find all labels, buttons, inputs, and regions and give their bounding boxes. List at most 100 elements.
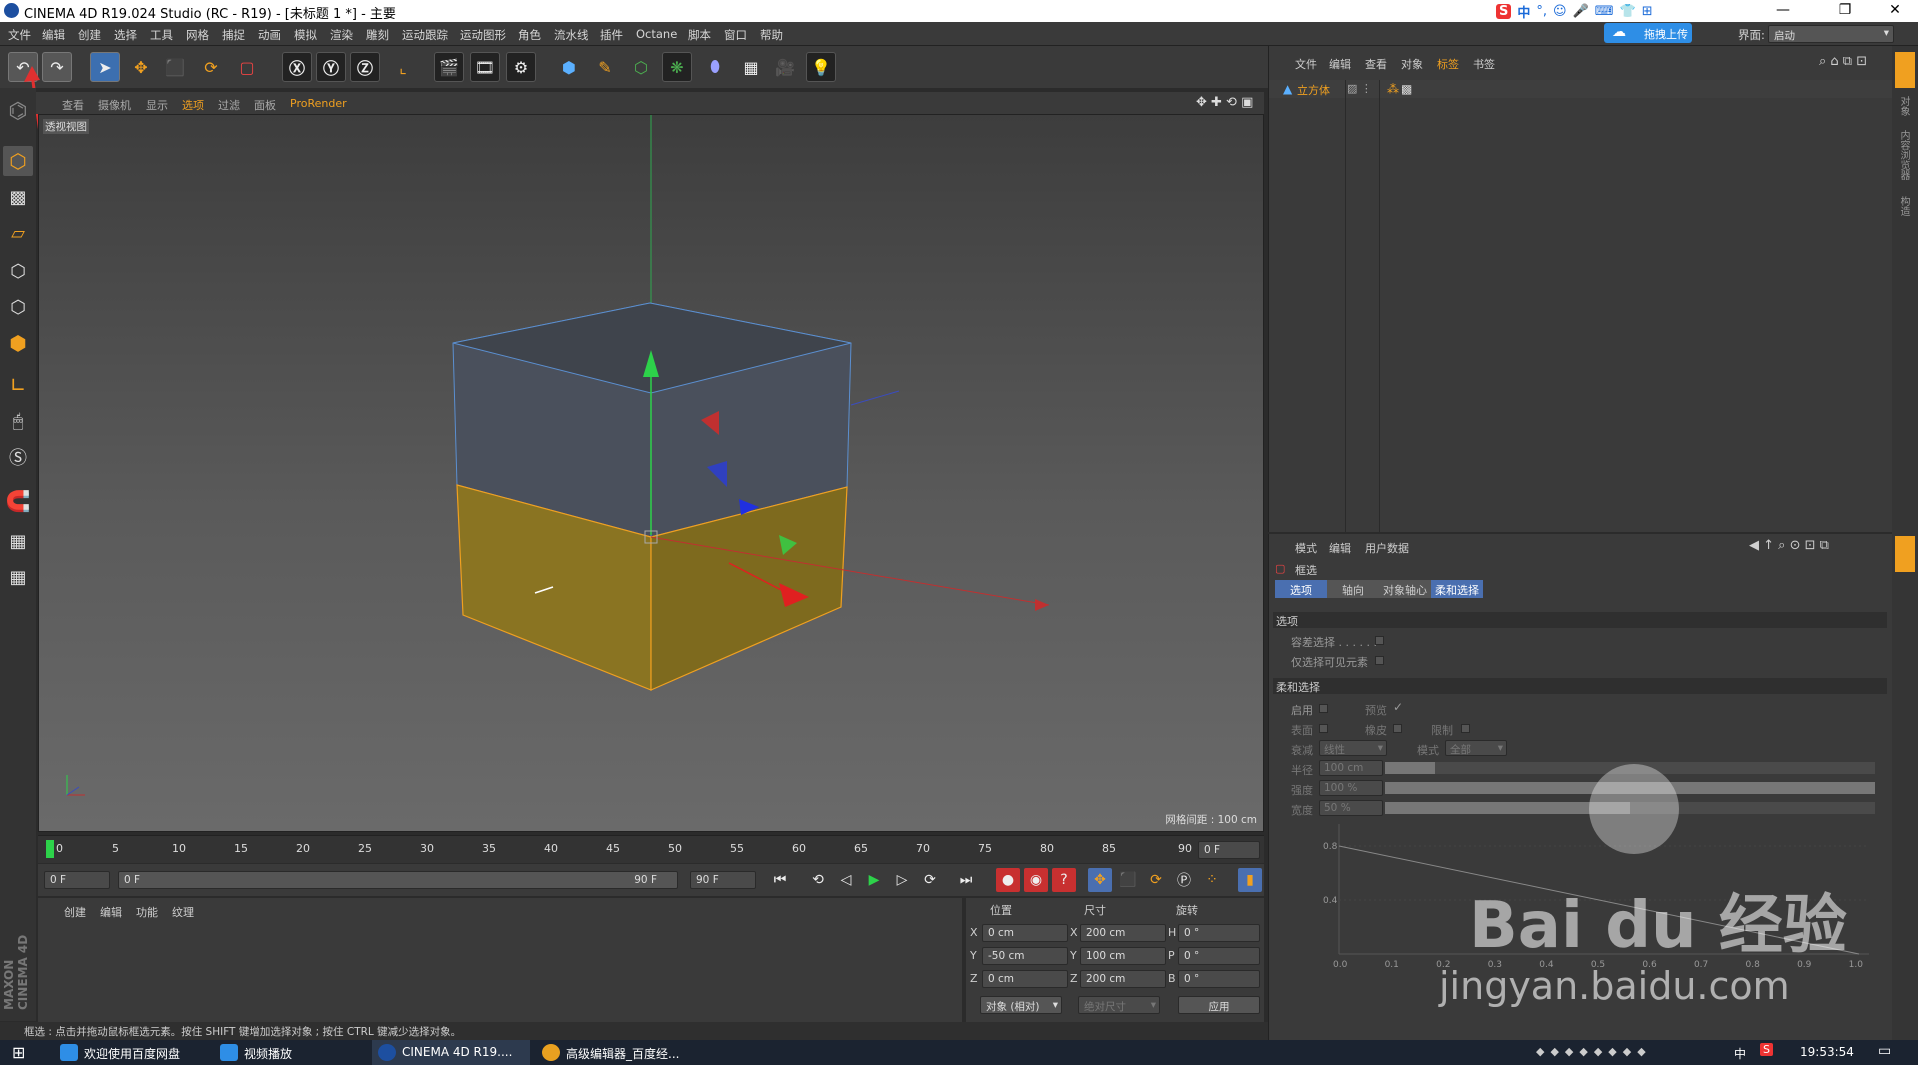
- vp-menu-item[interactable]: 过滤: [218, 97, 240, 113]
- menu-item[interactable]: 网格: [186, 27, 209, 43]
- menu-item[interactable]: 窗口: [724, 27, 747, 43]
- x-axis-button[interactable]: Ⓧ: [282, 52, 312, 82]
- polygons-mode-button[interactable]: ⬢: [3, 328, 33, 358]
- width-field[interactable]: 50 %: [1319, 800, 1383, 816]
- menu-item[interactable]: 雕刻: [366, 27, 389, 43]
- clock[interactable]: 19:53:54: [1800, 1045, 1854, 1059]
- taskbar-item[interactable]: 视频播放: [214, 1040, 300, 1065]
- goto-end-button[interactable]: ⏭: [954, 868, 978, 892]
- timeline-window-button[interactable]: ▮: [1238, 868, 1262, 892]
- next-frame-button[interactable]: ▷: [890, 868, 914, 892]
- menu-item[interactable]: 编辑: [42, 27, 65, 43]
- pos-x-field[interactable]: 0 cm: [982, 924, 1068, 942]
- vp-menu-item[interactable]: 摄像机: [98, 97, 131, 113]
- live-selection-button[interactable]: ➤: [90, 52, 120, 82]
- material-tag-icon[interactable]: ▩: [1401, 82, 1412, 96]
- object-row[interactable]: ▲ 立方体 ▨ ⋮ ⁂ ▩: [1269, 80, 1893, 98]
- mat-menu-item[interactable]: 编辑: [100, 904, 122, 920]
- tab-axis[interactable]: 轴向: [1327, 580, 1379, 598]
- punctuation-icon[interactable]: °,: [1536, 4, 1547, 19]
- side-tab[interactable]: 内容浏览器: [1896, 130, 1911, 180]
- texture-mode-button[interactable]: ▩: [3, 182, 33, 212]
- menu-item[interactable]: 插件: [600, 27, 623, 43]
- rotate-button[interactable]: ⟳: [196, 52, 226, 82]
- om-menu-item[interactable]: 标签: [1437, 56, 1459, 72]
- end-frame-field[interactable]: 90 F: [690, 871, 756, 889]
- enable-checkbox[interactable]: [1319, 704, 1328, 713]
- apply-button[interactable]: 应用: [1178, 996, 1260, 1014]
- am-nav-icons[interactable]: ◀ ↑ ⌕ ⊙ ⊡ ⧉: [1749, 538, 1829, 553]
- pos-y-field[interactable]: -50 cm: [982, 947, 1068, 965]
- object-mode-button[interactable]: ⬡: [3, 146, 33, 176]
- playhead[interactable]: [46, 840, 54, 858]
- menu-item[interactable]: 模拟: [294, 27, 317, 43]
- size-mode-select[interactable]: 绝对尺寸 ▾: [1078, 996, 1160, 1014]
- tab-soft-selection[interactable]: 柔和选择: [1431, 580, 1483, 598]
- floor-button[interactable]: ▦: [736, 52, 766, 82]
- maximize-button[interactable]: ❐: [1822, 0, 1868, 22]
- menu-item[interactable]: 帮助: [760, 27, 783, 43]
- menu-item[interactable]: 运动图形: [460, 27, 506, 43]
- falloff-select[interactable]: 线性 ▾: [1319, 740, 1387, 756]
- next-key-button[interactable]: ⟳: [918, 868, 942, 892]
- object-name[interactable]: 立方体: [1297, 82, 1330, 98]
- side-tab-active[interactable]: [1895, 52, 1915, 88]
- menu-item[interactable]: 创建: [78, 27, 101, 43]
- menu-item[interactable]: 运动跟踪: [402, 27, 448, 43]
- vp-menu-item[interactable]: ProRender: [290, 97, 347, 110]
- points-mode-button[interactable]: ⬡: [3, 256, 33, 286]
- model-mode-button[interactable]: ⌬: [3, 96, 33, 126]
- close-button[interactable]: ✕: [1872, 0, 1918, 22]
- surface-checkbox[interactable]: [1319, 724, 1328, 733]
- notification-icon[interactable]: ▭: [1878, 1043, 1891, 1059]
- menu-item[interactable]: 文件: [8, 27, 31, 43]
- edges-mode-button[interactable]: ⬡: [3, 292, 33, 322]
- goto-start-button[interactable]: ⏮: [768, 868, 792, 892]
- key-pla-button[interactable]: ⁘: [1200, 868, 1224, 892]
- mat-menu-item[interactable]: 创建: [64, 904, 86, 920]
- menu-item[interactable]: Octane: [636, 27, 677, 41]
- render-view-button[interactable]: 🎬: [434, 52, 464, 82]
- om-menu-item[interactable]: 编辑: [1329, 56, 1351, 72]
- axis-mode-button[interactable]: ∟: [3, 370, 33, 400]
- tweak-button[interactable]: 🖱: [3, 406, 33, 436]
- am-menu-item[interactable]: 编辑: [1329, 540, 1351, 556]
- key-scale-button[interactable]: ⬛: [1116, 868, 1140, 892]
- side-tab[interactable]: 构造: [1896, 196, 1911, 216]
- pen-tool-button[interactable]: ✎: [590, 52, 620, 82]
- am-menu-item[interactable]: 用户数据: [1365, 540, 1409, 556]
- keyframe-selection-button[interactable]: ?: [1052, 868, 1076, 892]
- start-frame-field[interactable]: 0 F: [44, 871, 110, 889]
- om-search-home-icons[interactable]: ⌕ ⌂ ⧉ ⊡: [1819, 54, 1867, 69]
- pos-z-field[interactable]: 0 cm: [982, 970, 1068, 988]
- cube-primitive-button[interactable]: ⬢: [554, 52, 584, 82]
- frame-range-slider[interactable]: 0 F 90 F: [118, 871, 678, 889]
- minimize-button[interactable]: —: [1760, 0, 1806, 22]
- rot-b-field[interactable]: 0 °: [1178, 970, 1260, 988]
- rubber-checkbox[interactable]: [1393, 724, 1402, 733]
- lock-workplane-button[interactable]: ▦: [3, 526, 33, 556]
- width-slider[interactable]: [1385, 802, 1875, 814]
- preview-check-icon[interactable]: ✓: [1393, 700, 1403, 714]
- taskbar-item[interactable]: CINEMA 4D R19....: [372, 1040, 530, 1065]
- camera-button[interactable]: 🎥: [770, 52, 800, 82]
- om-menu-item[interactable]: 对象: [1401, 56, 1423, 72]
- menu-item[interactable]: 流水线: [554, 27, 589, 43]
- side-tab[interactable]: 对象: [1896, 96, 1911, 116]
- interface-select[interactable]: 启动 ▾: [1768, 25, 1894, 43]
- mode-select[interactable]: 全部 ▾: [1445, 740, 1507, 756]
- menu-item[interactable]: 工具: [150, 27, 173, 43]
- render-settings-button[interactable]: ⚙: [506, 52, 536, 82]
- light-button[interactable]: 💡: [806, 52, 836, 82]
- planar-workplane-button[interactable]: ▦: [3, 562, 33, 592]
- prev-key-button[interactable]: ⟲: [806, 868, 830, 892]
- rot-h-field[interactable]: 0 °: [1178, 924, 1260, 942]
- rot-p-field[interactable]: 0 °: [1178, 947, 1260, 965]
- phong-tag-icon[interactable]: ⁂: [1387, 82, 1399, 96]
- current-frame-field[interactable]: 0 F: [1198, 841, 1260, 859]
- deformer-button[interactable]: ⬮: [700, 52, 730, 82]
- falloff-graph[interactable]: [1309, 824, 1869, 974]
- scale-button[interactable]: ⬛: [160, 52, 190, 82]
- record-button[interactable]: ●: [996, 868, 1020, 892]
- autokey-button[interactable]: ◉: [1024, 868, 1048, 892]
